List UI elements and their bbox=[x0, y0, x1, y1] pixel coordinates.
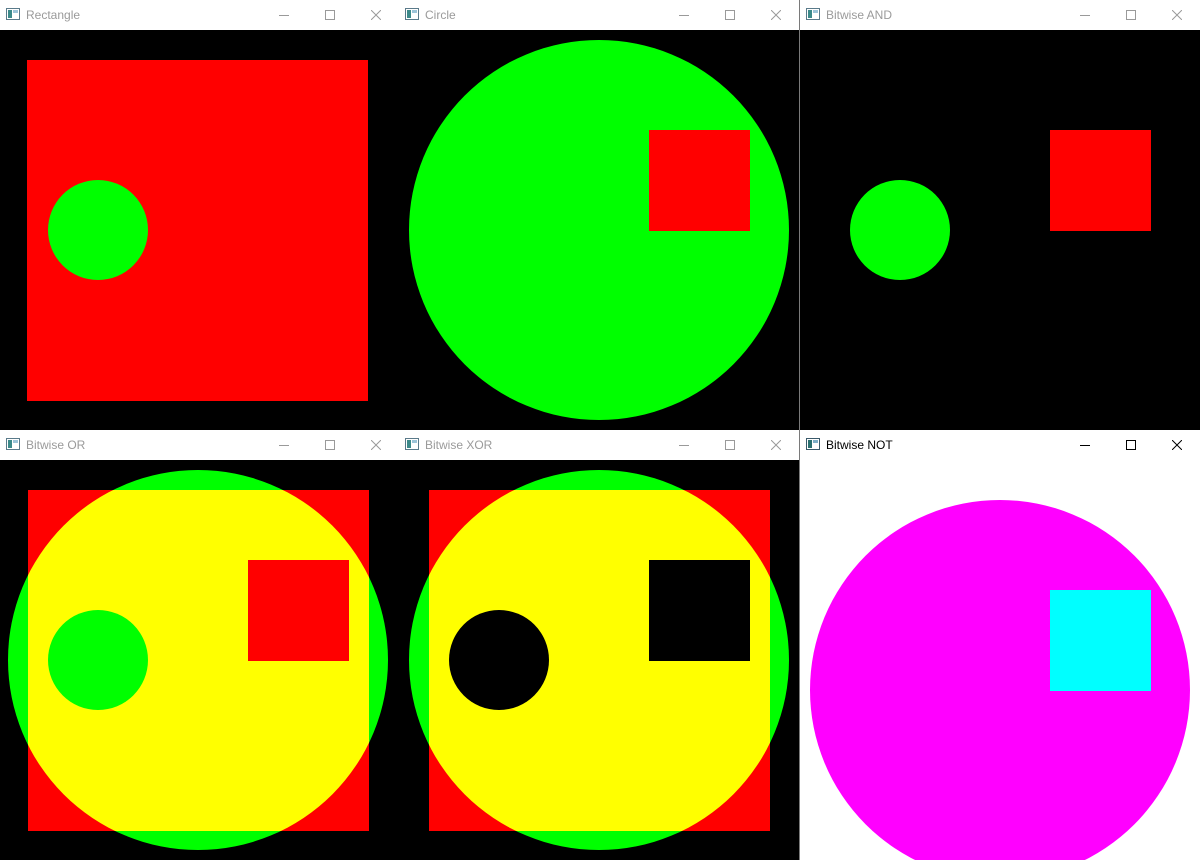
image-canvas bbox=[0, 460, 399, 860]
app-icon bbox=[6, 8, 20, 20]
app-icon bbox=[6, 438, 20, 450]
window-title: Circle bbox=[425, 8, 456, 22]
cyan-square bbox=[1050, 590, 1151, 691]
close-button[interactable] bbox=[1154, 430, 1200, 460]
red-small-square bbox=[248, 560, 349, 661]
maximize-icon bbox=[725, 10, 735, 20]
app-icon bbox=[405, 8, 419, 20]
minimize-icon bbox=[279, 445, 289, 446]
app-icon bbox=[806, 438, 820, 450]
title-bar[interactable]: Bitwise NOT bbox=[800, 430, 1200, 460]
minimize-button[interactable] bbox=[661, 0, 707, 30]
maximize-button[interactable] bbox=[707, 430, 753, 460]
window-bitwise-xor[interactable]: Bitwise XOR bbox=[399, 430, 800, 860]
maximize-icon bbox=[325, 10, 335, 20]
window-title: Bitwise XOR bbox=[425, 438, 493, 452]
green-circle bbox=[48, 180, 148, 280]
maximize-button[interactable] bbox=[1108, 0, 1154, 30]
window-bitwise-or[interactable]: Bitwise OR bbox=[0, 430, 400, 860]
window-title: Bitwise OR bbox=[26, 438, 86, 452]
close-icon bbox=[771, 440, 781, 450]
app-icon bbox=[806, 8, 820, 20]
close-icon bbox=[371, 10, 381, 20]
window-bitwise-not[interactable]: Bitwise NOT bbox=[800, 430, 1200, 860]
title-bar[interactable]: Bitwise OR bbox=[0, 430, 399, 460]
close-button[interactable] bbox=[353, 0, 399, 30]
minimize-button[interactable] bbox=[1062, 430, 1108, 460]
window-title: Rectangle bbox=[26, 8, 81, 22]
maximize-button[interactable] bbox=[1108, 430, 1154, 460]
minimize-button[interactable] bbox=[261, 430, 307, 460]
maximize-button[interactable] bbox=[307, 430, 353, 460]
close-icon bbox=[771, 10, 781, 20]
minimize-icon bbox=[279, 15, 289, 16]
maximize-button[interactable] bbox=[307, 0, 353, 30]
app-icon bbox=[405, 438, 419, 450]
black-small-square bbox=[649, 560, 750, 661]
image-canvas bbox=[0, 30, 399, 430]
maximize-icon bbox=[725, 440, 735, 450]
window-bitwise-and[interactable]: Bitwise AND bbox=[800, 0, 1200, 430]
title-bar[interactable]: Bitwise XOR bbox=[399, 430, 799, 460]
minimize-icon bbox=[1080, 15, 1090, 16]
green-small-circle bbox=[48, 610, 148, 710]
image-canvas bbox=[800, 30, 1200, 430]
window-rectangle[interactable]: Rectangle bbox=[0, 0, 400, 430]
close-button[interactable] bbox=[753, 430, 799, 460]
minimize-button[interactable] bbox=[661, 430, 707, 460]
maximize-icon bbox=[1126, 440, 1136, 450]
close-icon bbox=[1172, 440, 1182, 450]
window-circle[interactable]: Circle bbox=[399, 0, 800, 430]
close-button[interactable] bbox=[353, 430, 399, 460]
maximize-icon bbox=[325, 440, 335, 450]
red-square bbox=[1050, 130, 1151, 231]
window-title: Bitwise NOT bbox=[826, 438, 893, 452]
maximize-button[interactable] bbox=[707, 0, 753, 30]
close-icon bbox=[371, 440, 381, 450]
red-square bbox=[649, 130, 750, 231]
minimize-button[interactable] bbox=[261, 0, 307, 30]
minimize-icon bbox=[679, 445, 689, 446]
close-button[interactable] bbox=[753, 0, 799, 30]
maximize-icon bbox=[1126, 10, 1136, 20]
black-small-circle bbox=[449, 610, 549, 710]
image-canvas bbox=[399, 460, 799, 860]
image-canvas bbox=[800, 460, 1200, 860]
window-title: Bitwise AND bbox=[826, 8, 893, 22]
minimize-icon bbox=[679, 15, 689, 16]
minimize-button[interactable] bbox=[1062, 0, 1108, 30]
close-icon bbox=[1172, 10, 1182, 20]
title-bar[interactable]: Circle bbox=[399, 0, 799, 30]
green-circle bbox=[850, 180, 950, 280]
title-bar[interactable]: Rectangle bbox=[0, 0, 399, 30]
minimize-icon bbox=[1080, 445, 1090, 446]
close-button[interactable] bbox=[1154, 0, 1200, 30]
title-bar[interactable]: Bitwise AND bbox=[800, 0, 1200, 30]
image-canvas bbox=[399, 30, 799, 430]
